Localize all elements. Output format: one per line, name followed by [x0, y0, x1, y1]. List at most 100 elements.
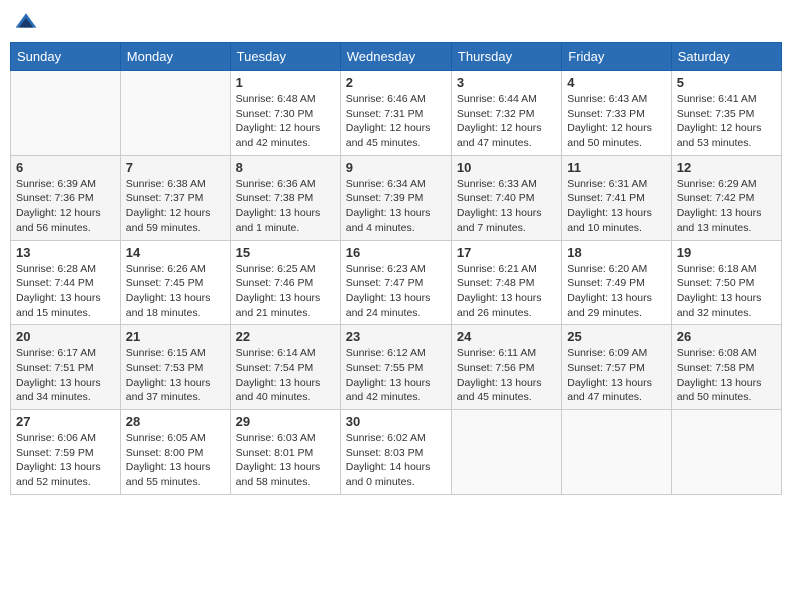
calendar-cell: 12 Sunrise: 6:29 AMSunset: 7:42 PMDayligh… [671, 155, 781, 240]
day-info: Sunrise: 6:43 AMSunset: 7:33 PMDaylight:… [567, 92, 665, 151]
day-number: 13 [16, 245, 115, 260]
day-number: 26 [677, 329, 776, 344]
weekday-header-tuesday: Tuesday [230, 43, 340, 71]
day-info: Sunrise: 6:15 AMSunset: 7:53 PMDaylight:… [126, 346, 225, 405]
day-number: 8 [236, 160, 335, 175]
weekday-header-thursday: Thursday [451, 43, 561, 71]
day-number: 5 [677, 75, 776, 90]
calendar-cell: 11 Sunrise: 6:31 AMSunset: 7:41 PMDayligh… [562, 155, 671, 240]
logo-icon [14, 10, 38, 34]
calendar-cell [11, 71, 121, 156]
calendar-cell [562, 410, 671, 495]
calendar-cell: 5 Sunrise: 6:41 AMSunset: 7:35 PMDaylight… [671, 71, 781, 156]
calendar-cell: 13Sunrise: 6:28 AMSunset: 7:44 PMDayligh… [11, 240, 121, 325]
calendar-cell: 9 Sunrise: 6:34 AMSunset: 7:39 PMDaylight… [340, 155, 451, 240]
calendar-week-3: 13Sunrise: 6:28 AMSunset: 7:44 PMDayligh… [11, 240, 782, 325]
day-info: Sunrise: 6:09 AMSunset: 7:57 PMDaylight:… [567, 346, 665, 405]
day-info: Sunrise: 6:23 AMSunset: 7:47 PMDaylight:… [346, 262, 446, 321]
calendar-cell: 1 Sunrise: 6:48 AMSunset: 7:30 PMDaylight… [230, 71, 340, 156]
day-info: Sunrise: 6:48 AMSunset: 7:30 PMDaylight:… [236, 92, 335, 151]
day-number: 23 [346, 329, 446, 344]
calendar-cell: 26 Sunrise: 6:08 AMSunset: 7:58 PMDayligh… [671, 325, 781, 410]
day-info: Sunrise: 6:38 AMSunset: 7:37 PMDaylight:… [126, 177, 225, 236]
day-info: Sunrise: 6:17 AMSunset: 7:51 PMDaylight:… [16, 346, 115, 405]
calendar-cell: 3Sunrise: 6:44 AMSunset: 7:32 PMDaylight… [451, 71, 561, 156]
day-info: Sunrise: 6:36 AMSunset: 7:38 PMDaylight:… [236, 177, 335, 236]
day-number: 16 [346, 245, 446, 260]
day-number: 28 [126, 414, 225, 429]
day-number: 3 [457, 75, 556, 90]
day-number: 11 [567, 160, 665, 175]
calendar-cell: 18Sunrise: 6:20 AMSunset: 7:49 PMDayligh… [562, 240, 671, 325]
day-info: Sunrise: 6:08 AMSunset: 7:58 PMDaylight:… [677, 346, 776, 405]
day-info: Sunrise: 6:41 AMSunset: 7:35 PMDaylight:… [677, 92, 776, 151]
calendar-cell: 24 Sunrise: 6:11 AMSunset: 7:56 PMDayligh… [451, 325, 561, 410]
day-info: Sunrise: 6:34 AMSunset: 7:39 PMDaylight:… [346, 177, 446, 236]
day-number: 24 [457, 329, 556, 344]
day-info: Sunrise: 6:12 AMSunset: 7:55 PMDaylight:… [346, 346, 446, 405]
calendar-cell [671, 410, 781, 495]
day-number: 18 [567, 245, 665, 260]
day-info: Sunrise: 6:14 AMSunset: 7:54 PMDaylight:… [236, 346, 335, 405]
day-number: 9 [346, 160, 446, 175]
calendar-cell: 8 Sunrise: 6:36 AMSunset: 7:38 PMDaylight… [230, 155, 340, 240]
day-number: 17 [457, 245, 556, 260]
calendar-cell: 17 Sunrise: 6:21 AMSunset: 7:48 PMDayligh… [451, 240, 561, 325]
day-number: 12 [677, 160, 776, 175]
day-number: 10 [457, 160, 556, 175]
page-header [10, 10, 782, 34]
calendar-cell: 25 Sunrise: 6:09 AMSunset: 7:57 PMDayligh… [562, 325, 671, 410]
day-number: 27 [16, 414, 115, 429]
day-number: 30 [346, 414, 446, 429]
day-info: Sunrise: 6:21 AMSunset: 7:48 PMDaylight:… [457, 262, 556, 321]
calendar-cell: 10 Sunrise: 6:33 AMSunset: 7:40 PMDayligh… [451, 155, 561, 240]
calendar-cell: 20 Sunrise: 6:17 AMSunset: 7:51 PMDayligh… [11, 325, 121, 410]
day-info: Sunrise: 6:03 AMSunset: 8:01 PMDaylight:… [236, 431, 335, 490]
weekday-header-friday: Friday [562, 43, 671, 71]
day-number: 15 [236, 245, 335, 260]
day-number: 1 [236, 75, 335, 90]
day-number: 2 [346, 75, 446, 90]
day-info: Sunrise: 6:33 AMSunset: 7:40 PMDaylight:… [457, 177, 556, 236]
weekday-header-row: SundayMondayTuesdayWednesdayThursdayFrid… [11, 43, 782, 71]
weekday-header-wednesday: Wednesday [340, 43, 451, 71]
day-info: Sunrise: 6:29 AMSunset: 7:42 PMDaylight:… [677, 177, 776, 236]
day-number: 19 [677, 245, 776, 260]
weekday-header-saturday: Saturday [671, 43, 781, 71]
weekday-header-monday: Monday [120, 43, 230, 71]
day-number: 25 [567, 329, 665, 344]
day-info: Sunrise: 6:46 AMSunset: 7:31 PMDaylight:… [346, 92, 446, 151]
calendar-cell [120, 71, 230, 156]
logo [14, 10, 40, 34]
calendar-week-2: 6 Sunrise: 6:39 AMSunset: 7:36 PMDaylight… [11, 155, 782, 240]
day-info: Sunrise: 6:05 AMSunset: 8:00 PMDaylight:… [126, 431, 225, 490]
day-info: Sunrise: 6:31 AMSunset: 7:41 PMDaylight:… [567, 177, 665, 236]
calendar-week-4: 20 Sunrise: 6:17 AMSunset: 7:51 PMDayligh… [11, 325, 782, 410]
calendar-cell: 30 Sunrise: 6:02 AMSunset: 8:03 PMDayligh… [340, 410, 451, 495]
calendar-cell: 29 Sunrise: 6:03 AMSunset: 8:01 PMDayligh… [230, 410, 340, 495]
day-info: Sunrise: 6:18 AMSunset: 7:50 PMDaylight:… [677, 262, 776, 321]
calendar-cell [451, 410, 561, 495]
day-number: 6 [16, 160, 115, 175]
calendar-cell: 22Sunrise: 6:14 AMSunset: 7:54 PMDayligh… [230, 325, 340, 410]
calendar-cell: 6 Sunrise: 6:39 AMSunset: 7:36 PMDaylight… [11, 155, 121, 240]
day-number: 29 [236, 414, 335, 429]
day-info: Sunrise: 6:25 AMSunset: 7:46 PMDaylight:… [236, 262, 335, 321]
calendar-cell: 28 Sunrise: 6:05 AMSunset: 8:00 PMDayligh… [120, 410, 230, 495]
day-info: Sunrise: 6:39 AMSunset: 7:36 PMDaylight:… [16, 177, 115, 236]
calendar-cell: 14Sunrise: 6:26 AMSunset: 7:45 PMDayligh… [120, 240, 230, 325]
calendar-cell: 4 Sunrise: 6:43 AMSunset: 7:33 PMDaylight… [562, 71, 671, 156]
day-info: Sunrise: 6:26 AMSunset: 7:45 PMDaylight:… [126, 262, 225, 321]
day-info: Sunrise: 6:11 AMSunset: 7:56 PMDaylight:… [457, 346, 556, 405]
calendar-cell: 2 Sunrise: 6:46 AMSunset: 7:31 PMDaylight… [340, 71, 451, 156]
day-number: 21 [126, 329, 225, 344]
calendar-table: SundayMondayTuesdayWednesdayThursdayFrid… [10, 42, 782, 495]
calendar-cell: 16 Sunrise: 6:23 AMSunset: 7:47 PMDayligh… [340, 240, 451, 325]
day-number: 20 [16, 329, 115, 344]
day-number: 4 [567, 75, 665, 90]
calendar-week-5: 27Sunrise: 6:06 AMSunset: 7:59 PMDayligh… [11, 410, 782, 495]
day-info: Sunrise: 6:02 AMSunset: 8:03 PMDaylight:… [346, 431, 446, 490]
calendar-cell: 21 Sunrise: 6:15 AMSunset: 7:53 PMDayligh… [120, 325, 230, 410]
calendar-cell: 15 Sunrise: 6:25 AMSunset: 7:46 PMDayligh… [230, 240, 340, 325]
calendar-cell: 19 Sunrise: 6:18 AMSunset: 7:50 PMDayligh… [671, 240, 781, 325]
